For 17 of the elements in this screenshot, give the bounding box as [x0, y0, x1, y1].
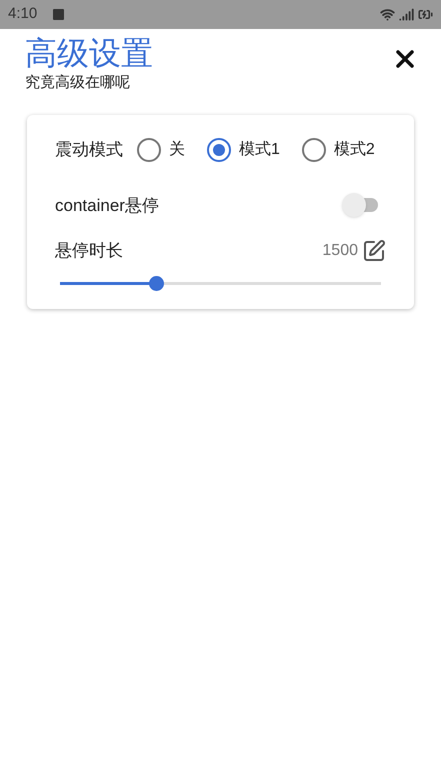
notification-icon	[53, 9, 64, 20]
battery-icon	[418, 7, 433, 22]
setting-label: 震动模式	[55, 139, 123, 161]
status-time: 4:10	[8, 4, 38, 24]
slider[interactable]	[60, 276, 381, 290]
wifi-icon	[380, 7, 395, 22]
setting-label: 悬停时长	[55, 240, 123, 262]
signal-icon	[399, 7, 414, 22]
toggle-switch[interactable]	[342, 193, 380, 218]
edit-button[interactable]	[362, 238, 386, 263]
page-subtitle: 究竟高级在哪呢	[25, 73, 131, 93]
radio-option[interactable]: 模式2	[302, 138, 375, 162]
setting-label: container悬停	[55, 194, 159, 216]
duration-value: 1500	[322, 240, 358, 261]
page-title: 高级设置	[25, 34, 153, 73]
radio-option[interactable]: 模式1	[207, 138, 280, 162]
slider-thumb[interactable]	[149, 276, 164, 290]
